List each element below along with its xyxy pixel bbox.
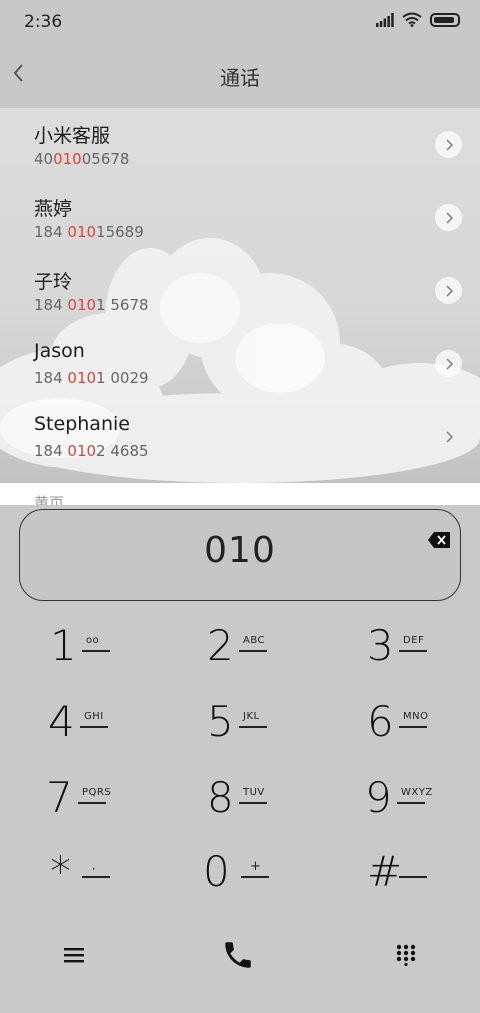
key-0[interactable]: 0 +: [203, 847, 343, 917]
key-letters: PQRS: [82, 787, 112, 798]
key-hash[interactable]: #: [367, 847, 480, 917]
list-item[interactable]: Stephanie 184 0102 4685: [0, 400, 480, 473]
key-digit: 2: [207, 621, 234, 670]
wifi-icon: [402, 12, 422, 27]
key-8[interactable]: 8 TUV: [207, 773, 347, 843]
key-letters: TUV: [243, 787, 265, 798]
key-digit: #: [367, 847, 403, 896]
key-digit: 9: [365, 773, 392, 822]
key-letters: WXYZ: [401, 787, 433, 798]
key-digit: 3: [367, 621, 394, 670]
key-5[interactable]: 5 JKL: [207, 697, 347, 767]
contact-name: 燕婷: [34, 198, 73, 220]
key-9[interactable]: 9 WXYZ: [365, 773, 480, 843]
chevron-right-icon[interactable]: [435, 277, 462, 304]
status-icons: [376, 12, 460, 27]
key-underline: [399, 876, 427, 878]
key-letters: JKL: [243, 711, 260, 722]
key-letters: DEF: [403, 635, 425, 646]
dialed-number: 010: [204, 530, 276, 571]
key-underline: [239, 650, 267, 652]
key-underline: [239, 726, 267, 728]
key-3[interactable]: 3 DEF: [367, 621, 480, 691]
key-6[interactable]: 6 MNO: [367, 697, 480, 767]
key-letters: +: [250, 859, 262, 874]
key-digit: 1: [50, 621, 77, 670]
contact-number: 4001005678: [34, 150, 130, 168]
chevron-right-icon[interactable]: [435, 204, 462, 231]
key-underline: [241, 876, 269, 878]
number-display[interactable]: 010: [19, 509, 461, 601]
contact-name: Jason: [34, 340, 85, 362]
top-bar: 2:36 通话: [0, 0, 480, 108]
yellow-pages-section: 黄页: [0, 483, 480, 505]
key-digit: 4: [48, 697, 75, 746]
key-star[interactable]: * ,: [50, 847, 190, 917]
contact-number: 184 0101 0029: [34, 369, 149, 387]
key-letters: ,: [92, 861, 96, 872]
battery-icon: [430, 12, 460, 27]
contact-name: 子玲: [34, 271, 73, 293]
key-letters: GHI: [84, 711, 104, 722]
menu-icon[interactable]: [56, 937, 92, 973]
key-underline: [399, 650, 427, 652]
page-title: 通话: [220, 66, 260, 90]
key-underline: [82, 650, 110, 652]
status-time: 2:36: [24, 12, 63, 32]
search-results-list: 小米客服 4001005678 燕婷 184 01015689 子玲 184 0…: [0, 108, 480, 483]
key-digit: 5: [207, 697, 234, 746]
key-letters: oo: [86, 635, 100, 646]
contact-name: Stephanie: [34, 413, 130, 435]
contact-number: 184 01015689: [34, 223, 144, 241]
section-label: 黄页: [34, 494, 65, 505]
chevron-right-icon[interactable]: [435, 350, 462, 377]
backspace-icon[interactable]: [428, 532, 450, 548]
phone-icon[interactable]: [220, 937, 256, 973]
key-underline: [80, 726, 108, 728]
contact-number: 184 0101 5678: [34, 296, 149, 314]
key-digit: *: [50, 847, 71, 896]
contact-name: 小米客服: [34, 125, 111, 147]
keypad-icon[interactable]: [388, 937, 424, 973]
key-7[interactable]: 7 PQRS: [46, 773, 186, 843]
key-2[interactable]: 2 ABC: [207, 621, 347, 691]
key-1[interactable]: 1 oo: [50, 621, 190, 691]
list-item[interactable]: 子玲 184 0101 5678: [0, 254, 480, 327]
list-item[interactable]: Jason 184 0101 0029: [0, 327, 480, 400]
key-digit: 7: [46, 773, 73, 822]
key-underline: [239, 802, 267, 804]
key-4[interactable]: 4 GHI: [48, 697, 188, 767]
key-letters: ABC: [243, 635, 266, 646]
key-digit: 6: [367, 697, 394, 746]
key-digit: 0: [203, 847, 230, 896]
key-underline: [399, 726, 427, 728]
list-item[interactable]: 小米客服 4001005678: [0, 108, 480, 181]
key-underline: [78, 802, 106, 804]
key-digit: 8: [207, 773, 234, 822]
chevron-right-icon[interactable]: [435, 131, 462, 158]
key-underline: [397, 802, 425, 804]
contact-number: 184 0102 4685: [34, 442, 149, 460]
list-item[interactable]: 燕婷 184 01015689: [0, 181, 480, 254]
signal-icon: [376, 12, 394, 27]
key-underline: [82, 876, 110, 878]
chevron-right-icon[interactable]: [435, 423, 462, 450]
key-letters: MNO: [403, 711, 429, 722]
